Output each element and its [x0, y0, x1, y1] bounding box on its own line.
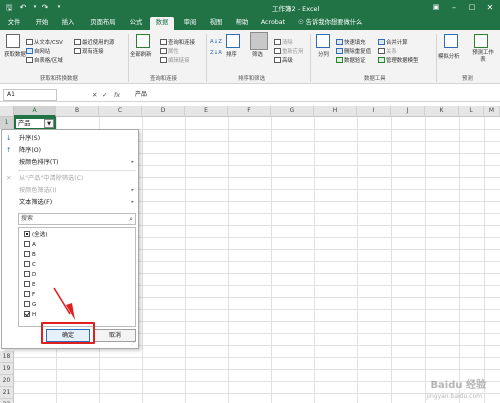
annotation-arrow-icon	[53, 287, 75, 320]
watermark-logo: Baidu 经验	[430, 380, 486, 391]
excel-window: 🖫 ↶ ▾ ↷ ▾ 工作簿2 - Excel ▣ – □ ✕ 文件 开始 插入 …	[0, 0, 500, 403]
watermark-url: jingyan.baidu.com	[426, 393, 482, 400]
